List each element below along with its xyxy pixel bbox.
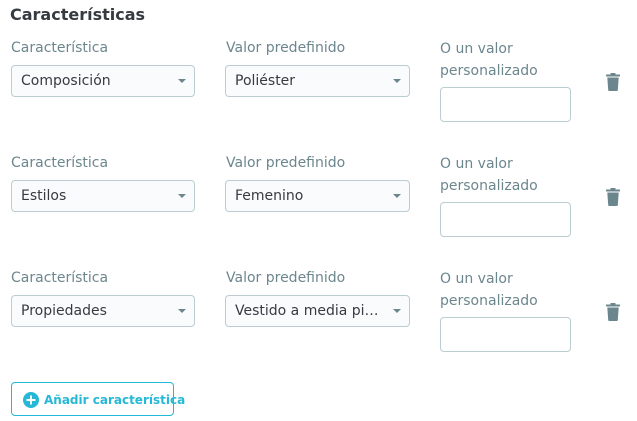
feature-select-value: Propiedades — [21, 303, 107, 319]
feature-select-value: Estilos — [21, 188, 67, 204]
feature-label: Característica — [11, 270, 109, 286]
custom-value-label: O un valor personalizado — [440, 156, 538, 194]
section-title: Características — [10, 5, 146, 24]
feature-row: Característica Valor predefinido O un va… — [0, 153, 637, 253]
predefined-value-select[interactable]: Femenino — [225, 180, 410, 212]
caret-down-icon — [393, 194, 401, 198]
trash-icon[interactable] — [606, 188, 620, 206]
predefined-value-label: Valor predefinido — [226, 155, 346, 171]
custom-value-input[interactable] — [440, 202, 571, 237]
predefined-value-label: Valor predefinido — [226, 270, 346, 286]
predefined-value-label: Valor predefinido — [226, 40, 346, 56]
add-feature-button[interactable]: Añadir característica — [11, 382, 185, 416]
trash-icon[interactable] — [606, 73, 620, 91]
trash-icon[interactable] — [606, 303, 620, 321]
feature-label: Característica — [11, 155, 109, 171]
plus-circle-icon — [23, 392, 39, 408]
predefined-value-select-value: Poliéster — [235, 73, 296, 89]
feature-label: Característica — [11, 40, 109, 56]
caret-down-icon — [178, 309, 186, 313]
add-feature-label: Añadir característica — [44, 393, 186, 407]
custom-value-input[interactable] — [440, 87, 571, 122]
caret-down-icon — [178, 194, 186, 198]
feature-row: Característica Valor predefinido O un va… — [0, 38, 637, 138]
custom-value-label: O un valor personalizado — [440, 41, 538, 79]
predefined-value-select-value: Femenino — [235, 188, 304, 204]
predefined-value-select-value: Vestido a media pierna — [235, 303, 383, 319]
feature-select[interactable]: Estilos — [11, 180, 195, 212]
caret-down-icon — [393, 309, 401, 313]
caret-down-icon — [178, 79, 186, 83]
predefined-value-select[interactable]: Vestido a media pierna — [225, 295, 410, 327]
custom-value-label: O un valor personalizado — [440, 271, 538, 309]
feature-select[interactable]: Composición — [11, 65, 195, 97]
feature-select-value: Composición — [21, 73, 111, 89]
caret-down-icon — [393, 79, 401, 83]
predefined-value-select[interactable]: Poliéster — [225, 65, 410, 97]
custom-value-input[interactable] — [440, 317, 571, 352]
feature-select[interactable]: Propiedades — [11, 295, 195, 327]
feature-row: Característica Valor predefinido O un va… — [0, 268, 637, 368]
